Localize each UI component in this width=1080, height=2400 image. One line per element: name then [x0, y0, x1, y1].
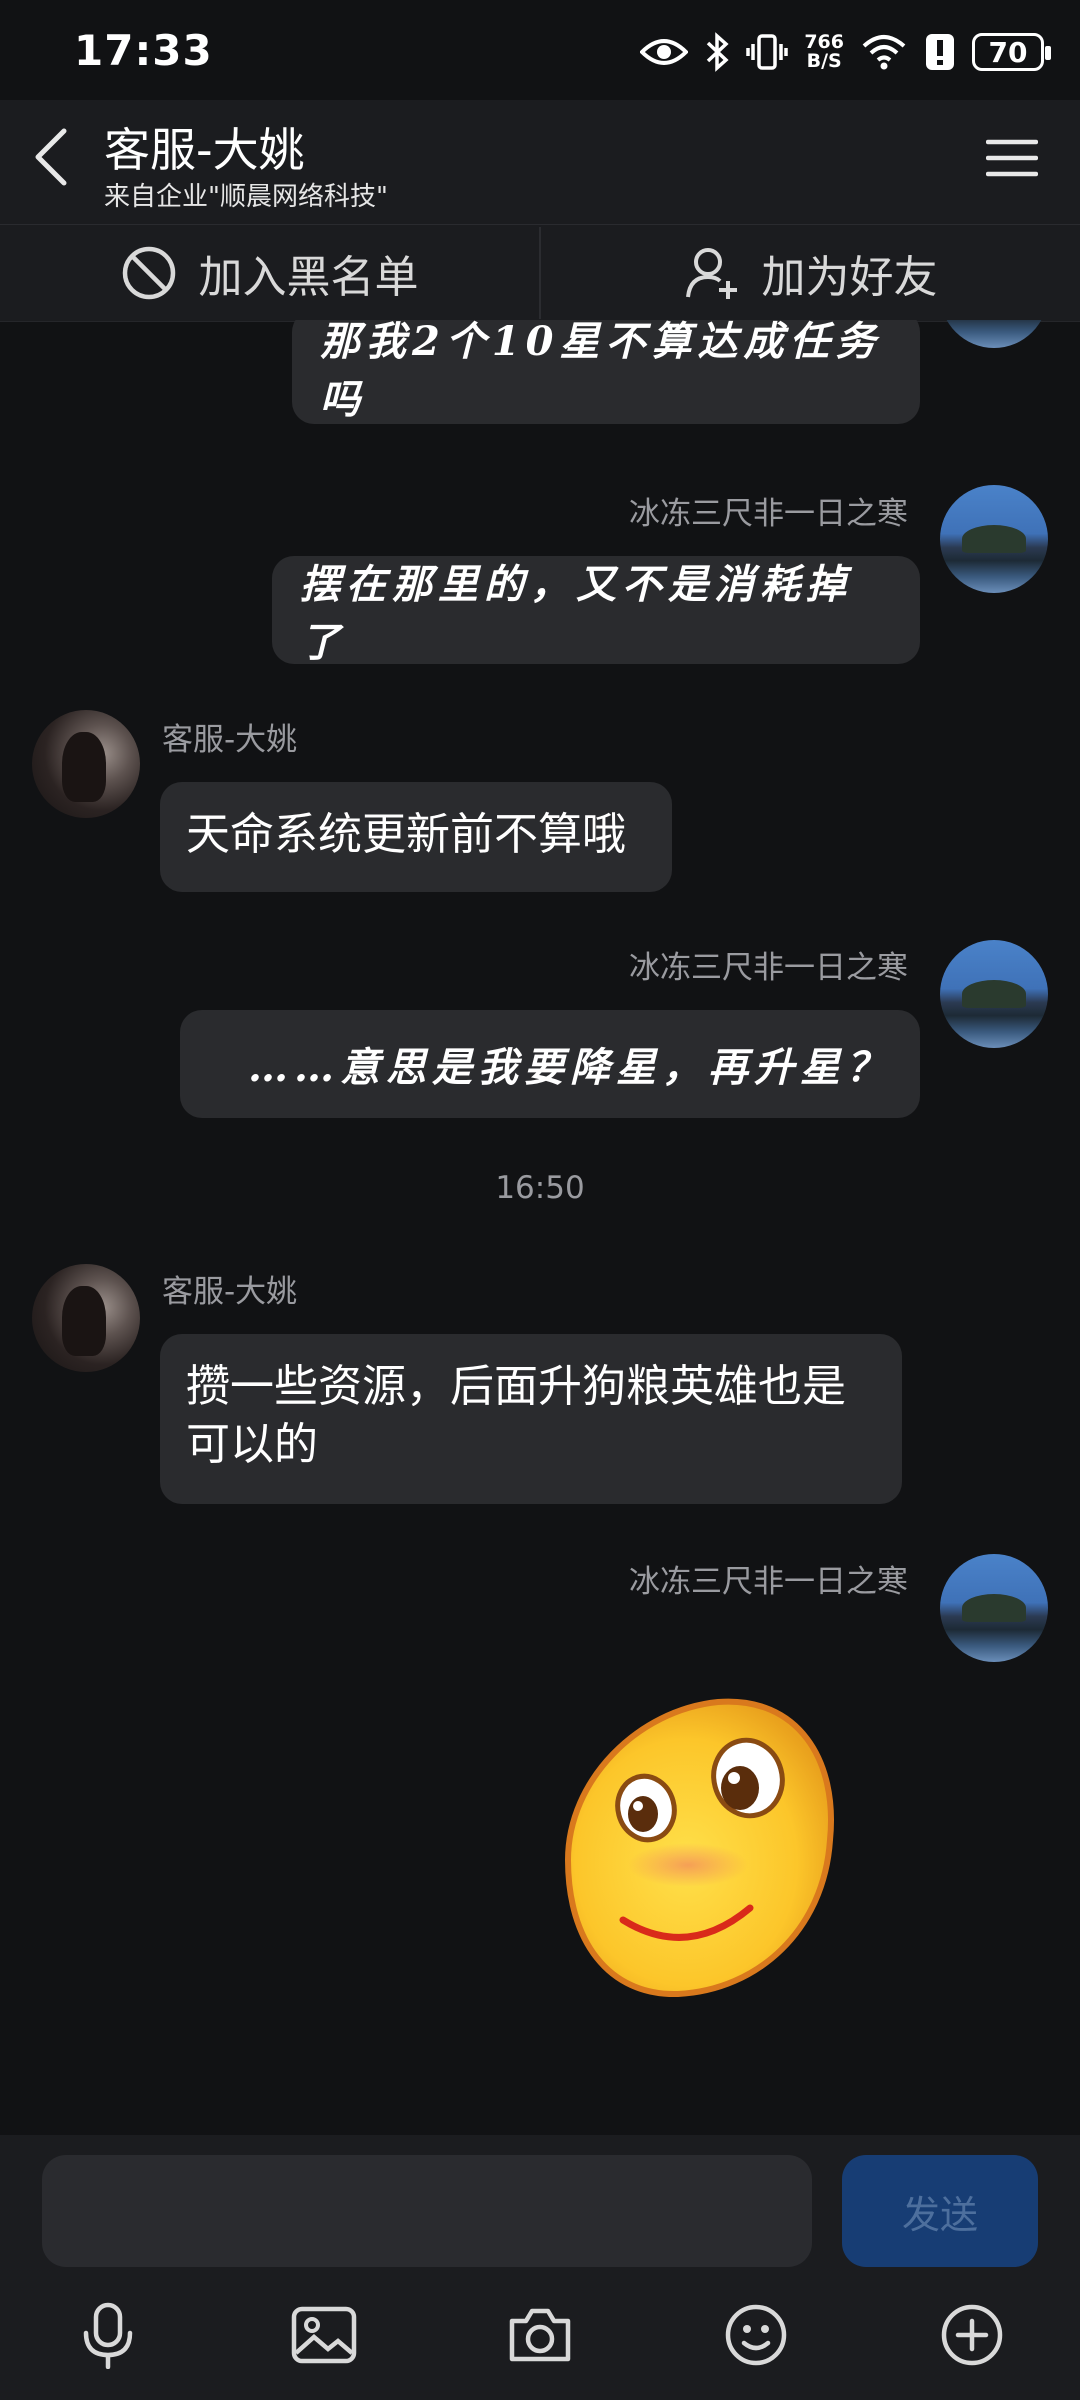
- message-text: 攒一些资源，后面升狗粮英雄也是可以的: [186, 1361, 846, 1470]
- avatar[interactable]: [940, 320, 1048, 348]
- microphone-icon: [83, 2302, 133, 2369]
- message-bubble[interactable]: 那我2个10星不算达成任务吗: [292, 320, 920, 424]
- sender-name: 冰冻三尺非一日之寒: [629, 496, 908, 532]
- more-button[interactable]: [932, 2285, 1012, 2385]
- block-icon: [122, 246, 175, 300]
- smiley-sticker[interactable]: [528, 1690, 848, 2010]
- avatar[interactable]: [940, 485, 1048, 593]
- send-button[interactable]: 发送: [842, 2155, 1038, 2267]
- message-text: ……意思是我要降星，再升星？: [248, 1044, 892, 1091]
- chat-title: 客服-大姚: [104, 123, 305, 177]
- battery-indicator: 70: [972, 33, 1051, 71]
- image-button[interactable]: [284, 2285, 364, 2385]
- sender-name: 冰冻三尺非一日之寒: [629, 1564, 908, 1600]
- emoji-icon: [725, 2304, 787, 2366]
- image-icon: [291, 2306, 357, 2364]
- wifi-icon: [862, 35, 906, 70]
- back-button[interactable]: [32, 122, 82, 192]
- composer-toolbar: [0, 2285, 1080, 2385]
- camera-icon: [509, 2308, 571, 2362]
- chat-header: 客服-大姚 来自企业"顺晨网络科技": [0, 100, 1080, 224]
- sender-name: 冰冻三尺非一日之寒: [629, 950, 908, 986]
- add-friend-button[interactable]: 加为好友: [541, 225, 1080, 321]
- message-text: 摆在那里的，又不是消耗掉了: [300, 561, 852, 666]
- status-bar: 17:33 766 B/S 70: [0, 0, 1080, 100]
- message-bubble[interactable]: 天命系统更新前不算哦: [160, 782, 672, 892]
- add-friend-label: 加为好友: [761, 252, 938, 303]
- add-user-icon: [685, 248, 737, 299]
- plus-circle-icon: [941, 2304, 1003, 2366]
- avatar[interactable]: [940, 1554, 1048, 1662]
- message-timestamp: 16:50: [495, 1170, 585, 1206]
- emoji-button[interactable]: [716, 2285, 796, 2385]
- add-to-blacklist-button[interactable]: 加入黑名单: [0, 225, 539, 321]
- add-to-blacklist-label: 加入黑名单: [198, 252, 419, 303]
- message-text: 那我2个10星不算达成任务吗: [320, 320, 882, 423]
- status-icons: 766 B/S 70: [640, 26, 1051, 78]
- menu-button[interactable]: [984, 130, 1040, 186]
- message-input[interactable]: [42, 2155, 812, 2267]
- message-text: 天命系统更新前不算哦: [186, 809, 626, 860]
- menu-icon: [986, 139, 1038, 177]
- avatar[interactable]: [32, 1264, 140, 1372]
- avatar[interactable]: [940, 940, 1048, 1048]
- composer-area: 发送: [0, 2135, 1080, 2400]
- chat-messages: 那我2个10星不算达成任务吗 冰冻三尺非一日之寒 摆在那里的，又不是消耗掉了 客…: [0, 320, 1080, 2135]
- action-bar: 加入黑名单 加为好友: [0, 224, 1080, 322]
- net-speed: 766 B/S: [804, 31, 844, 72]
- voice-button[interactable]: [68, 2285, 148, 2385]
- message-bubble[interactable]: 攒一些资源，后面升狗粮英雄也是可以的: [160, 1334, 902, 1504]
- bluetooth-icon: [707, 32, 729, 72]
- message-bubble[interactable]: 摆在那里的，又不是消耗掉了: [272, 556, 920, 666]
- chat-subtitle: 来自企业"顺晨网络科技": [104, 182, 388, 212]
- chevron-left-icon: [35, 128, 67, 186]
- camera-button[interactable]: [500, 2285, 580, 2385]
- alert-icon: [926, 34, 954, 70]
- avatar[interactable]: [32, 710, 140, 818]
- vibrate-icon: [746, 34, 789, 70]
- eye-icon: [640, 39, 689, 65]
- status-time: 17:33: [74, 26, 213, 75]
- message-bubble[interactable]: ……意思是我要降星，再升星？: [180, 1010, 920, 1118]
- sender-name: 客服-大姚: [162, 1274, 298, 1310]
- sender-name: 客服-大姚: [162, 722, 298, 758]
